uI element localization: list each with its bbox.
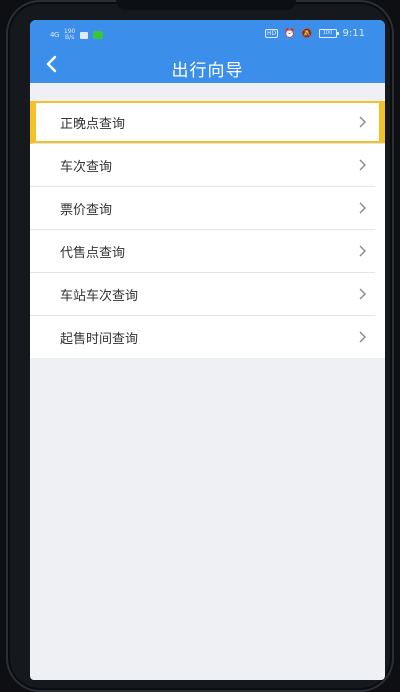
wechat-icon [93, 31, 104, 39]
menu-item-fare-query[interactable]: 票价查询 [30, 187, 375, 230]
menu-item-train-query[interactable]: 车次查询 [30, 144, 375, 187]
chevron-right-icon [359, 159, 366, 171]
menu-item-label: 车站车次查询 [60, 288, 139, 304]
menu-item-label: 代售点查询 [60, 245, 126, 261]
status-time: 9:11 [342, 28, 365, 39]
chevron-right-icon [359, 202, 366, 214]
app-screen: 4G 190 B/s HD ⏰ 🔕 100 9:11 出行向导 正晚点查询 车次… [30, 20, 385, 680]
signal-indicator: 4G [50, 31, 59, 39]
chevron-right-icon [359, 245, 366, 257]
menu-item-label: 起售时间查询 [60, 331, 139, 347]
highlight-marker [379, 101, 385, 143]
menu-item-label: 正晚点查询 [60, 116, 126, 132]
menu-item-agency-query[interactable]: 代售点查询 [30, 230, 375, 273]
alarm-icon: ⏰ [284, 28, 296, 39]
mute-icon: 🔕 [301, 28, 313, 39]
app-header: 4G 190 B/s HD ⏰ 🔕 100 9:11 出行向导 [30, 20, 385, 83]
phone-notch [116, 0, 296, 10]
menu-item-label: 车次查询 [60, 159, 113, 175]
menu-list: 正晚点查询 车次查询 票价查询 代售点查询 车站车次查询 起售时间查询 [30, 101, 385, 358]
menu-item-station-train-query[interactable]: 车站车次查询 [30, 273, 375, 316]
status-bar: 4G 190 B/s HD ⏰ 🔕 100 9:11 [30, 24, 385, 46]
notification-icon [80, 31, 89, 39]
menu-item-label: 票价查询 [60, 202, 113, 218]
chevron-right-icon [359, 288, 366, 300]
menu-item-ontime-query[interactable]: 正晚点查询 [30, 101, 385, 144]
chevron-right-icon [359, 331, 366, 343]
page-title: 出行向导 [171, 61, 244, 81]
network-speed: 190 B/s [63, 28, 76, 41]
battery-icon: 100 [318, 29, 339, 38]
menu-item-sale-time-query[interactable]: 起售时间查询 [30, 316, 375, 358]
hd-badge: HD [264, 29, 279, 38]
chevron-right-icon [359, 116, 366, 128]
phone-frame: 4G 190 B/s HD ⏰ 🔕 100 9:11 出行向导 正晚点查询 车次… [6, 0, 394, 692]
